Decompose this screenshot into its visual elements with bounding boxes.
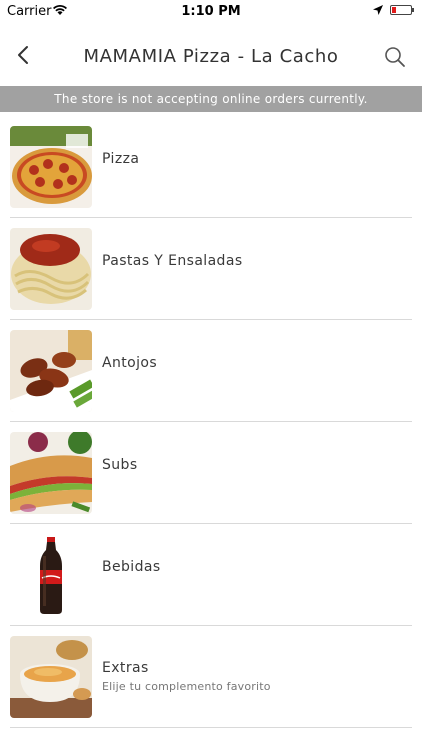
category-row-subs[interactable]: Subs (0, 422, 422, 524)
pizza-image (10, 126, 92, 208)
category-sublabel: Elije tu complemento favorito (102, 680, 271, 693)
location-arrow-icon (372, 4, 384, 20)
page-title: MAMAMIA Pizza - La Cacho (83, 46, 339, 67)
screen: Carrier 1:10 PM MAMAMIA Pizza - La Cacho (0, 0, 422, 750)
category-row-extras[interactable]: Extras Elije tu complemento favorito (0, 626, 422, 728)
row-divider (10, 727, 412, 728)
search-icon[interactable] (384, 46, 406, 68)
status-bar: Carrier 1:10 PM (0, 0, 422, 22)
category-label: Pizza (102, 151, 140, 167)
navigation-bar: MAMAMIA Pizza - La Cacho (0, 22, 422, 86)
category-row-pastas-y-ensaladas[interactable]: Pastas Y Ensaladas (0, 218, 422, 320)
category-label: Antojos (102, 355, 158, 371)
category-row-pizza[interactable]: Pizza (0, 116, 422, 218)
category-list: Pizza Pastas Y Ensaladas Antojos Subs Be… (0, 116, 422, 728)
category-label: Extras (102, 660, 149, 676)
battery-icon (390, 5, 414, 15)
wings-image (10, 330, 92, 412)
pasta-image (10, 228, 92, 310)
category-row-bebidas[interactable]: Bebidas (0, 524, 422, 626)
sub-sandwich-image (10, 432, 92, 514)
category-label: Bebidas (102, 559, 161, 575)
back-chevron-icon[interactable] (14, 44, 34, 66)
category-label: Pastas Y Ensaladas (102, 253, 243, 269)
category-label: Subs (102, 457, 138, 473)
category-row-antojos[interactable]: Antojos (0, 320, 422, 422)
dip-bowl-image (10, 636, 92, 718)
store-closed-banner: The store is not accepting online orders… (0, 86, 422, 112)
soda-bottle-image (10, 534, 92, 616)
clock: 1:10 PM (181, 4, 241, 19)
